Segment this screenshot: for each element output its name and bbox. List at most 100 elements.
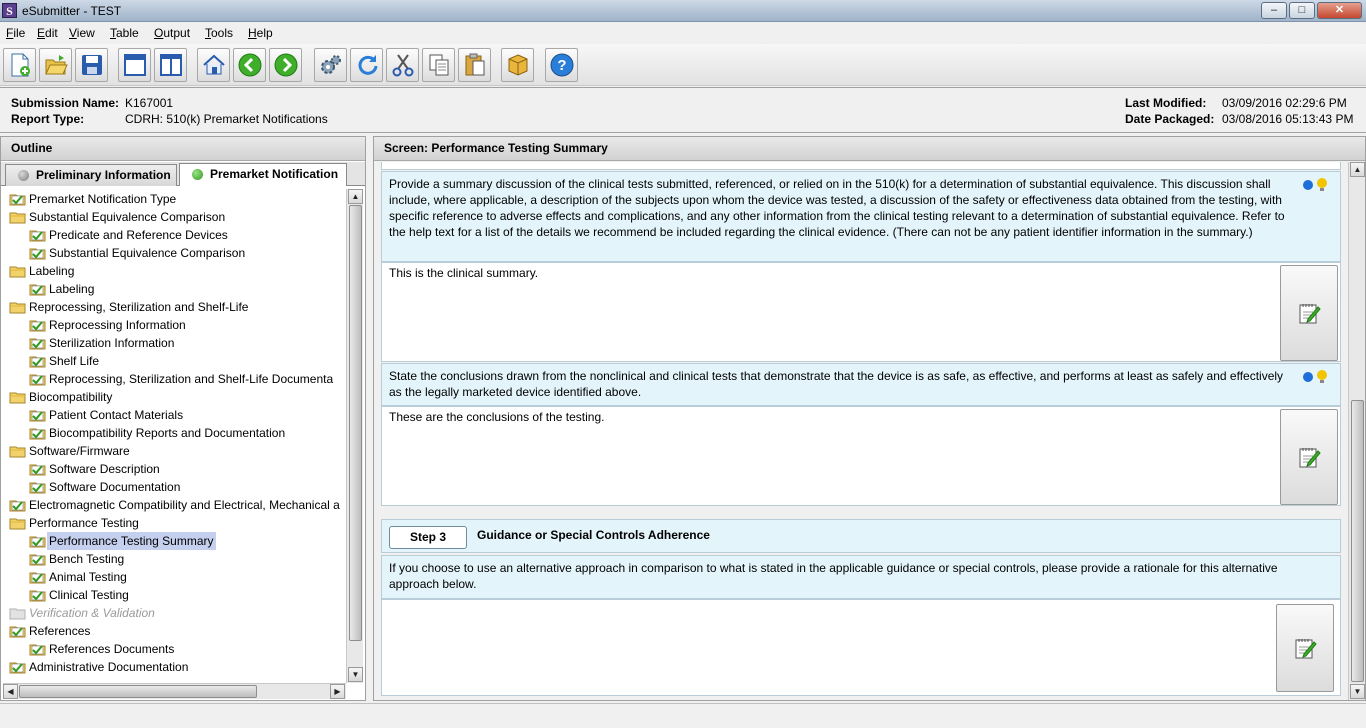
checked-document-icon [29, 410, 46, 422]
tree-item-label: Electromagnetic Compatibility and Electr… [29, 498, 340, 512]
refresh-button[interactable] [350, 48, 383, 82]
checked-document-icon [9, 498, 26, 512]
menu-edit[interactable]: Edit [37, 26, 58, 40]
screen-scroll-thumb[interactable] [1351, 400, 1364, 682]
alternative-approach-question: If you choose to use an alternative appr… [381, 555, 1341, 599]
tree-item-label: Patient Contact Materials [49, 408, 184, 422]
conclusions-answer[interactable]: These are the conclusions of the testing… [381, 406, 1341, 506]
open-button[interactable] [39, 48, 72, 82]
tab-preliminary-information[interactable]: Preliminary Information [5, 164, 177, 186]
tree-item[interactable]: References [9, 622, 345, 640]
tree-item[interactable]: Labeling [9, 262, 345, 280]
tree-item[interactable]: Administrative Documentation [9, 658, 345, 676]
split-view-button[interactable] [154, 48, 187, 82]
gray-status-dot-icon [18, 170, 29, 181]
menu-tools[interactable]: Tools [205, 26, 233, 40]
forward-button[interactable] [269, 48, 302, 82]
cut-button[interactable] [386, 48, 419, 82]
tree-item[interactable]: Labeling [29, 280, 345, 298]
window-button[interactable] [118, 48, 151, 82]
tree-item[interactable]: Sterilization Information [29, 334, 345, 352]
checked-document-icon [29, 336, 46, 350]
tree-item[interactable]: Animal Testing [29, 568, 345, 586]
scroll-down-arrow-icon[interactable]: ▼ [348, 667, 363, 682]
scroll-left-arrow-icon[interactable]: ◀ [3, 684, 18, 699]
package-button[interactable] [501, 48, 534, 82]
tree-item-label: Predicate and Reference Devices [49, 228, 228, 242]
tree-item[interactable]: Verification & Validation [9, 604, 345, 622]
menu-table[interactable]: Table [110, 26, 139, 40]
save-button[interactable] [75, 48, 108, 82]
tree-item[interactable]: Biocompatibility [9, 388, 345, 406]
folder-icon [9, 390, 26, 404]
back-icon [238, 53, 261, 77]
close-button[interactable]: ✕ [1317, 2, 1362, 19]
checked-document-icon [29, 642, 46, 656]
scroll-up-arrow-icon[interactable]: ▲ [348, 189, 363, 204]
outline-hscroll-thumb[interactable] [19, 685, 257, 698]
tree-item-label: Substantial Equivalence Comparison [49, 246, 246, 260]
help-button[interactable]: ? [545, 48, 578, 82]
tree-item[interactable]: Premarket Notification Type [9, 190, 345, 208]
scroll-up-arrow-icon[interactable]: ▲ [1350, 162, 1365, 177]
tree-item[interactable]: Reprocessing Information [29, 316, 345, 334]
tree-item[interactable]: Software Documentation [29, 478, 345, 496]
tree-item[interactable]: Software Description [29, 460, 345, 478]
tree-item[interactable]: Substantial Equivalence Comparison [9, 208, 345, 226]
edit-answer-button[interactable] [1280, 409, 1338, 505]
minimize-button[interactable]: – [1261, 2, 1287, 19]
outline-scroll-thumb[interactable] [349, 205, 362, 641]
menu-view[interactable]: View [69, 26, 95, 40]
info-hint-icons[interactable] [1302, 177, 1330, 193]
tree-item[interactable]: Bench Testing [29, 550, 345, 568]
clinical-summary-answer[interactable]: This is the clinical summary. [381, 262, 1341, 362]
tree-item-label: Premarket Notification Type [29, 192, 177, 206]
tree-item-label: Reprocessing, Sterilization and Shelf-Li… [29, 300, 249, 314]
edit-answer-button[interactable] [1276, 604, 1334, 692]
help-icon: ? [550, 53, 573, 77]
outline-vertical-scrollbar[interactable]: ▲ ▼ [346, 189, 363, 683]
scroll-down-arrow-icon[interactable]: ▼ [1350, 684, 1365, 699]
tree-item[interactable]: Reprocessing, Sterilization and Shelf-Li… [29, 370, 345, 388]
tree-item[interactable]: Electromagnetic Compatibility and Electr… [9, 496, 345, 514]
tree-item[interactable]: Software/Firmware [9, 442, 345, 460]
tree-item[interactable]: Substantial Equivalence Comparison [29, 244, 345, 262]
tree-item[interactable]: References Documents [29, 640, 345, 658]
menu-bar: File Edit View Table Output Tools Help [0, 23, 1366, 44]
home-button[interactable] [197, 48, 230, 82]
info-icon [1303, 180, 1313, 190]
menu-file[interactable]: File [6, 26, 25, 40]
tree-item[interactable]: Predicate and Reference Devices [29, 226, 345, 244]
scroll-right-arrow-icon[interactable]: ▶ [330, 684, 345, 699]
copy-button[interactable] [422, 48, 455, 82]
tab-premarket-notification[interactable]: Premarket Notification [179, 163, 347, 186]
new-button[interactable] [3, 48, 36, 82]
checked-document-icon [29, 588, 46, 602]
tree-item[interactable]: Reprocessing, Sterilization and Shelf-Li… [9, 298, 345, 316]
back-button[interactable] [233, 48, 266, 82]
outline-header: Outline [1, 137, 365, 161]
lightbulb-icon [1317, 178, 1327, 188]
tree-item-label: Animal Testing [49, 570, 127, 584]
settings-button[interactable] [314, 48, 347, 82]
tree-item[interactable]: Clinical Testing [29, 586, 345, 604]
checked-document-icon [29, 408, 46, 422]
disabled-folder-icon [9, 606, 26, 620]
tree-item[interactable]: Shelf Life [29, 352, 345, 370]
tree-item[interactable]: Performance Testing [9, 514, 345, 532]
tree-item[interactable]: Patient Contact Materials [29, 406, 345, 424]
tree-item[interactable]: Performance Testing Summary [29, 532, 345, 550]
menu-output[interactable]: Output [154, 26, 190, 40]
tree-item-label: Biocompatibility Reports and Documentati… [49, 426, 286, 440]
folder-icon [9, 266, 26, 278]
alternative-approach-answer[interactable] [381, 599, 1341, 696]
tree-item[interactable]: Biocompatibility Reports and Documentati… [29, 424, 345, 442]
menu-help[interactable]: Help [248, 26, 273, 40]
maximize-button[interactable]: □ [1289, 2, 1315, 19]
edit-note-icon [1299, 448, 1321, 468]
outline-horizontal-scrollbar[interactable]: ◀ ▶ [3, 683, 346, 699]
screen-vertical-scrollbar[interactable]: ▲ ▼ [1348, 162, 1365, 700]
paste-button[interactable] [458, 48, 491, 82]
info-hint-icons[interactable] [1302, 369, 1330, 385]
edit-answer-button[interactable] [1280, 265, 1338, 361]
